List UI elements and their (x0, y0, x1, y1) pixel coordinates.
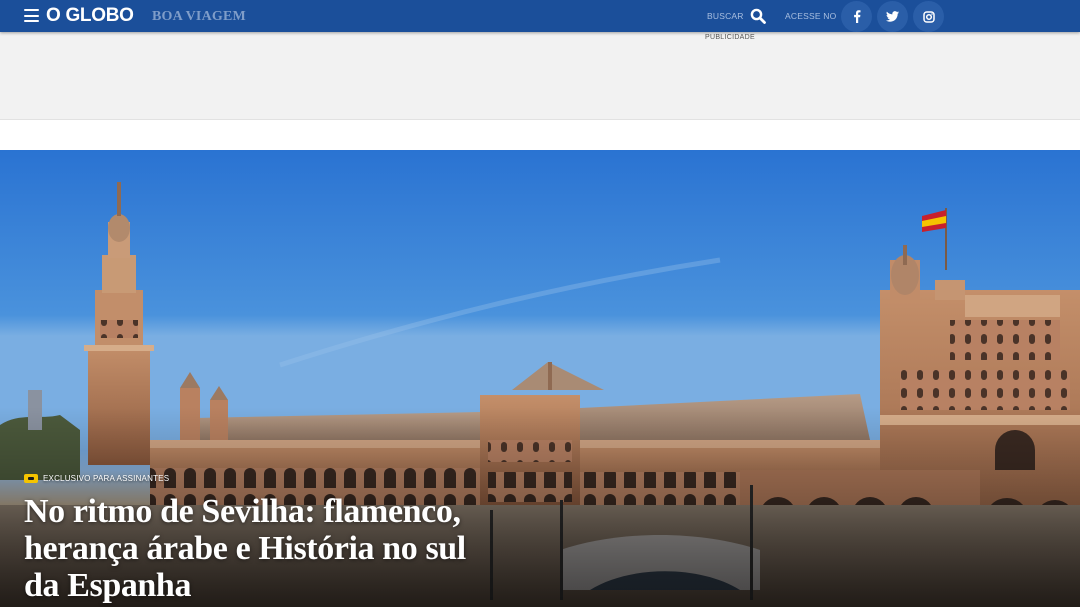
subscriber-icon (24, 474, 38, 483)
hamburger-menu-icon[interactable] (24, 9, 39, 22)
twitter-button[interactable] (877, 1, 908, 32)
twitter-icon (886, 11, 899, 22)
instagram-icon (922, 10, 935, 23)
hero-article[interactable]: EXCLUSIVO PARA ASSINANTES No ritmo de Se… (0, 150, 1080, 607)
section-name[interactable]: BOA VIAGEM (152, 8, 246, 26)
subscriber-badge: EXCLUSIVO PARA ASSINANTES (24, 474, 169, 483)
article-headline[interactable]: No ritmo de Sevilha: flamenco, herança á… (24, 493, 484, 604)
access-label: ACESSE NO (785, 11, 837, 21)
site-logo[interactable]: O GLOBO (46, 5, 134, 27)
ad-label: PUBLICIDADE (705, 34, 755, 41)
search-button[interactable]: BUSCAR (707, 7, 766, 25)
top-navigation-bar: O GLOBO BOA VIAGEM BUSCAR ACESSE NO (0, 0, 1080, 32)
search-icon (750, 8, 766, 24)
search-label: BUSCAR (707, 11, 744, 21)
advertisement-area: PUBLICIDADE (0, 32, 1080, 120)
subscriber-badge-label: EXCLUSIVO PARA ASSINANTES (43, 474, 170, 483)
instagram-button[interactable] (913, 1, 944, 32)
facebook-button[interactable] (841, 1, 872, 32)
facebook-icon (853, 10, 860, 23)
